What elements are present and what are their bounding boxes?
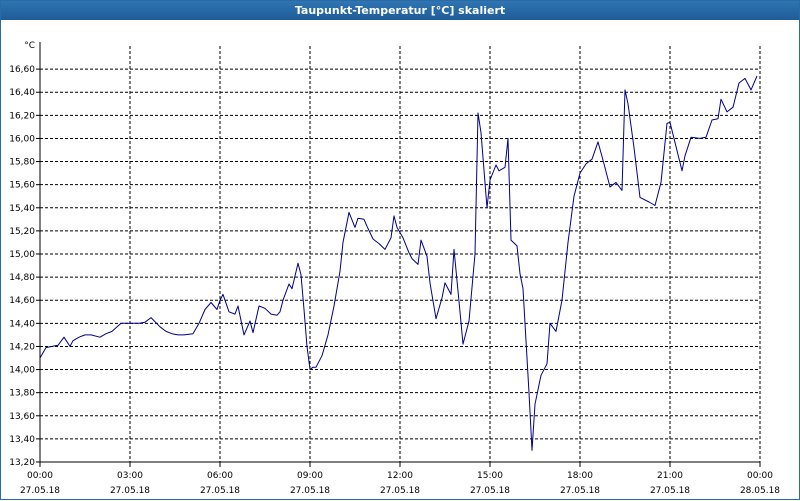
y-axis-unit: °C <box>24 41 35 51</box>
y-tick-label: 14,00 <box>9 366 35 376</box>
y-tick-label: 16,00 <box>9 134 35 144</box>
x-tick-time: 00:00 <box>27 471 53 481</box>
chart-window: Taupunkt-Temperatur [°C] skaliert 13,20 1… <box>0 0 800 500</box>
dewpoint-line-chart: 13,20 13,40 13,60 13,80 14,00 14,20 14,40 14,60… <box>9 41 780 496</box>
grid-lines <box>39 46 761 463</box>
x-tick-date: 28.05.18 <box>740 486 780 496</box>
x-tick-date: 27.05.18 <box>290 486 330 496</box>
y-tick-label: 15,60 <box>9 181 35 191</box>
y-tick-label: 16,60 <box>9 65 35 75</box>
x-tick-time: 06:00 <box>207 471 233 481</box>
y-tick-label: 15,80 <box>9 158 35 168</box>
x-tick-date: 27.05.18 <box>380 486 420 496</box>
y-tick-label: 16,40 <box>9 88 35 98</box>
x-tick-date: 27.05.18 <box>470 486 510 496</box>
y-tick-label: 13,60 <box>9 412 35 422</box>
x-tick-date: 27.05.18 <box>560 486 600 496</box>
x-tick-time: 12:00 <box>387 471 413 481</box>
x-tick-time: 09:00 <box>297 471 323 481</box>
x-tick-time: 00:00 <box>747 471 773 481</box>
x-tick-time: 15:00 <box>477 471 503 481</box>
x-tick-time: 18:00 <box>567 471 593 481</box>
y-tick-label: 15,40 <box>9 204 35 214</box>
x-tick-date: 27.05.18 <box>110 486 150 496</box>
y-tick-label: 14,60 <box>9 296 35 306</box>
tick-labels: 13,20 13,40 13,60 13,80 14,00 14,20 14,40 14,60… <box>9 41 780 496</box>
y-tick-label: 14,20 <box>9 342 35 352</box>
x-tick-date: 27.05.18 <box>650 486 690 496</box>
x-tick-date: 27.05.18 <box>200 486 240 496</box>
y-tick-label: 13,40 <box>9 435 35 445</box>
x-tick-time: 21:00 <box>657 471 683 481</box>
y-tick-label: 13,20 <box>9 458 35 468</box>
x-tick-time: 03:00 <box>117 471 143 481</box>
y-tick-label: 15,00 <box>9 250 35 260</box>
y-tick-label: 13,80 <box>9 389 35 399</box>
dewpoint-series-line <box>39 75 758 451</box>
y-tick-label: 16,20 <box>9 111 35 121</box>
series-layer <box>39 75 758 451</box>
y-tick-label: 14,40 <box>9 319 35 329</box>
y-tick-label: 15,20 <box>9 227 35 237</box>
x-tick-date: 27.05.18 <box>20 486 60 496</box>
y-tick-label: 14,80 <box>9 273 35 283</box>
